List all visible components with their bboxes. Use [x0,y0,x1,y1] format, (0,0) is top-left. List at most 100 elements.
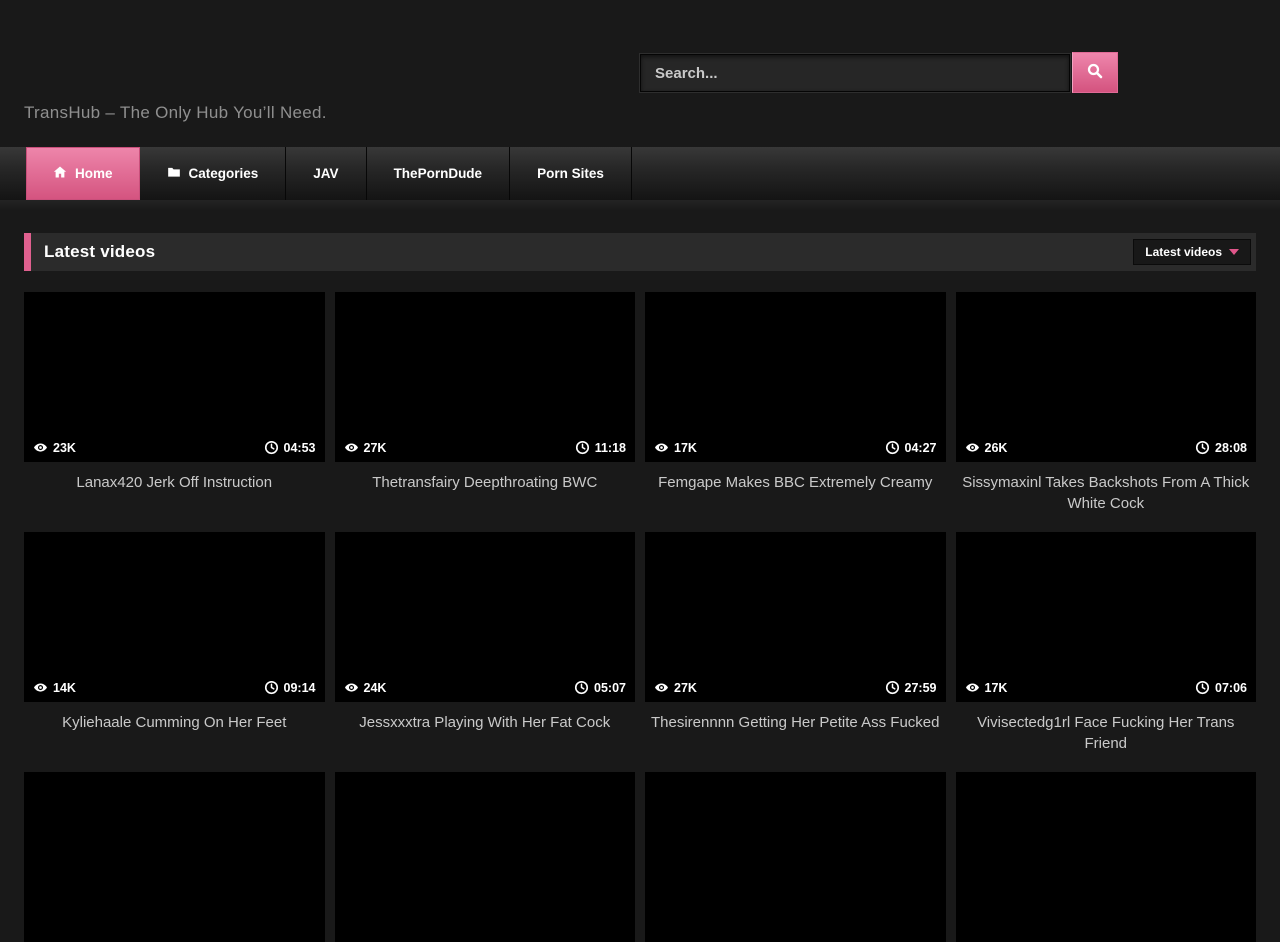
search-button[interactable] [1072,52,1118,93]
views-stat: 14K [33,680,76,695]
home-icon [53,165,67,182]
video-thumbnail[interactable]: 27K 27:59 [645,532,946,702]
video-grid: 23K 04:53 Lanax420 Jerk Off Instruction … [24,292,1256,942]
duration-value: 04:53 [284,441,316,455]
eye-icon [965,440,980,455]
video-stats: 27K 27:59 [645,680,946,702]
duration-value: 27:59 [905,681,937,695]
video-card[interactable] [645,772,946,942]
duration-value: 28:08 [1215,441,1247,455]
video-title[interactable]: Thetransfairy Deepthroating BWC [335,462,636,532]
duration-stat: 07:06 [1195,680,1247,695]
video-stats: 17K 04:27 [645,440,946,462]
video-thumbnail[interactable]: 27K 11:18 [335,292,636,462]
video-thumbnail[interactable]: 17K 04:27 [645,292,946,462]
nav-item-theporndude[interactable]: ThePornDude [367,147,511,200]
duration-stat: 28:08 [1195,440,1247,455]
duration-stat: 27:59 [885,680,937,695]
video-title[interactable]: Femgape Makes BBC Extremely Creamy [645,462,946,532]
video-card[interactable]: 26K 28:08 Sissymaxinl Takes Backshots Fr… [956,292,1257,532]
views-stat: 17K [654,440,697,455]
video-title[interactable]: Kyliehaale Cumming On Her Feet [24,702,325,772]
views-stat: 27K [344,440,387,455]
video-thumbnail[interactable] [645,772,946,942]
views-stat: 24K [344,680,387,695]
video-thumbnail[interactable] [956,772,1257,942]
nav-item-label: ThePornDude [394,166,483,181]
video-thumbnail[interactable]: 14K 09:14 [24,532,325,702]
views-stat: 17K [965,680,1008,695]
video-thumbnail[interactable]: 26K 28:08 [956,292,1257,462]
duration-stat: 05:07 [574,680,626,695]
video-stats: 24K 05:07 [335,680,636,702]
video-title[interactable]: Sissymaxinl Takes Backshots From A Thick… [956,462,1257,532]
video-card[interactable]: 27K 27:59 Thesirennnn Getting Her Petite… [645,532,946,772]
views-count: 17K [985,681,1008,695]
video-title[interactable]: Lanax420 Jerk Off Instruction [24,462,325,532]
nav-item-jav[interactable]: JAV [286,147,366,200]
views-count: 17K [674,441,697,455]
clock-icon [264,440,279,455]
nav-item-categories[interactable]: Categories [140,147,287,200]
duration-value: 07:06 [1215,681,1247,695]
views-stat: 27K [654,680,697,695]
search-input[interactable] [640,54,1070,92]
site-tagline: TransHub – The Only Hub You’ll Need. [24,103,327,123]
clock-icon [264,680,279,695]
eye-icon [965,680,980,695]
video-stats: 14K 09:14 [24,680,325,702]
views-count: 26K [985,441,1008,455]
video-card[interactable]: 17K 07:06 Vivisectedg1rl Face Fucking He… [956,532,1257,772]
nav-list: Home Categories JAV ThePornDude Porn Sit… [0,147,1280,200]
views-stat: 26K [965,440,1008,455]
sort-dropdown[interactable]: Latest videos [1133,239,1251,265]
eye-icon [654,440,669,455]
video-stats: 27K 11:18 [335,440,636,462]
section-title: Latest videos [44,242,155,262]
video-thumbnail[interactable]: 23K 04:53 [24,292,325,462]
views-stat: 23K [33,440,76,455]
video-stats: 26K 28:08 [956,440,1257,462]
clock-icon [885,440,900,455]
video-card[interactable]: 24K 05:07 Jessxxxtra Playing With Her Fa… [335,532,636,772]
video-card[interactable]: 14K 09:14 Kyliehaale Cumming On Her Feet [24,532,325,772]
video-thumbnail[interactable]: 24K 05:07 [335,532,636,702]
video-thumbnail[interactable]: 17K 07:06 [956,532,1257,702]
duration-stat: 04:27 [885,440,937,455]
sort-dropdown-label: Latest videos [1145,245,1222,259]
duration-stat: 09:14 [264,680,316,695]
video-card[interactable] [335,772,636,942]
main-content: Latest videos Latest videos 23K 04:53 [0,233,1280,942]
video-title[interactable]: Vivisectedg1rl Face Fucking Her Trans Fr… [956,702,1257,772]
clock-icon [574,680,589,695]
folder-icon [167,165,181,182]
video-thumbnail[interactable] [24,772,325,942]
video-card[interactable] [956,772,1257,942]
views-count: 14K [53,681,76,695]
clock-icon [1195,440,1210,455]
video-card[interactable]: 17K 04:27 Femgape Makes BBC Extremely Cr… [645,292,946,532]
video-thumbnail[interactable] [335,772,636,942]
magnifier-icon [1086,62,1104,83]
views-count: 23K [53,441,76,455]
nav-item-label: Home [75,166,113,181]
video-card[interactable] [24,772,325,942]
duration-value: 04:27 [905,441,937,455]
video-card[interactable]: 23K 04:53 Lanax420 Jerk Off Instruction [24,292,325,532]
nav-item-label: Porn Sites [537,166,604,181]
eye-icon [654,680,669,695]
duration-value: 05:07 [594,681,626,695]
video-title[interactable]: Thesirennnn Getting Her Petite Ass Fucke… [645,702,946,772]
nav-item-porn-sites[interactable]: Porn Sites [510,147,632,200]
eye-icon [33,680,48,695]
video-stats: 17K 07:06 [956,680,1257,702]
nav-item-home[interactable]: Home [26,147,140,200]
views-count: 24K [364,681,387,695]
search-form [640,54,1118,93]
video-card[interactable]: 27K 11:18 Thetransfairy Deepthroating BW… [335,292,636,532]
video-title[interactable]: Jessxxxtra Playing With Her Fat Cock [335,702,636,772]
duration-stat: 11:18 [575,440,626,455]
duration-stat: 04:53 [264,440,316,455]
video-stats: 23K 04:53 [24,440,325,462]
nav-item-label: JAV [313,166,338,181]
